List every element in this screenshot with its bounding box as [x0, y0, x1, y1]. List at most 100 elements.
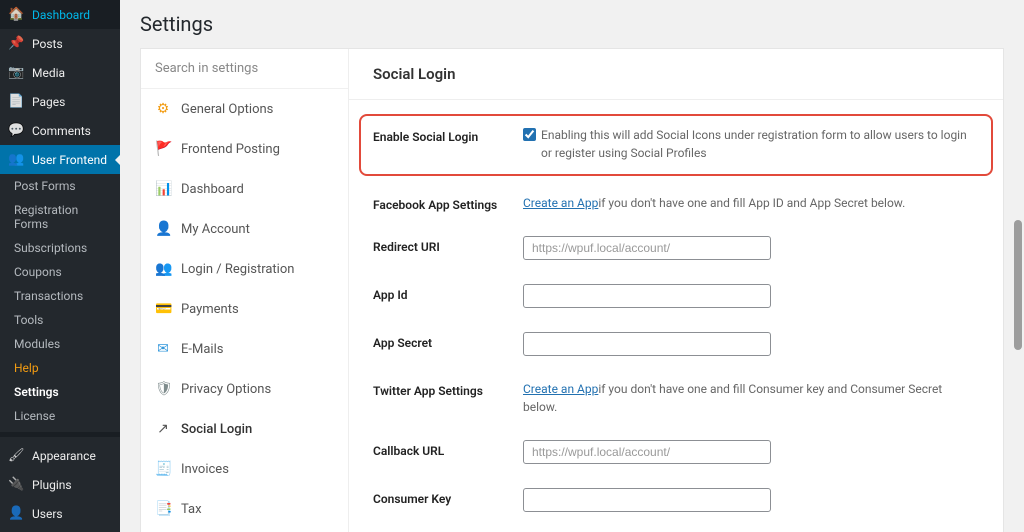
sidebar-item-posts[interactable]: 📌 Posts	[0, 29, 120, 58]
label: Privacy Options	[181, 382, 271, 397]
consumer-key-label: Consumer Key	[373, 488, 523, 506]
label: Frontend Posting	[181, 142, 280, 157]
app-id-input[interactable]	[523, 284, 771, 308]
scrollbar-thumb[interactable]	[1014, 220, 1022, 350]
callback-url-label: Callback URL	[373, 440, 523, 458]
app-secret-label: App Secret	[373, 332, 523, 350]
label: Social Login	[181, 422, 252, 437]
enable-social-login-label: Enable Social Login	[373, 126, 523, 144]
redirect-uri-label: Redirect URI	[373, 236, 523, 254]
account-icon: 👤	[155, 221, 171, 237]
label: Invoices	[181, 462, 229, 477]
label: Appearance	[32, 449, 96, 463]
submenu-help[interactable]: Help	[0, 356, 120, 380]
label: Pages	[32, 95, 65, 109]
label: My Account	[181, 222, 250, 237]
submenu-post-forms[interactable]: Post Forms	[0, 174, 120, 198]
tab-dashboard[interactable]: 📊 Dashboard	[141, 169, 348, 209]
share-icon: ↗	[155, 421, 171, 437]
section-title: Social Login	[349, 49, 1003, 100]
sidebar-item-tools[interactable]: 🔧Tools	[0, 528, 120, 532]
label: Media	[32, 66, 65, 80]
submenu-registration-forms[interactable]: Registration Forms	[0, 198, 120, 236]
settings-nav: Search in settings ⚙ General Options 🚩 Fro…	[141, 49, 349, 532]
shield-icon: 🛡	[155, 381, 171, 397]
facebook-settings-label: Facebook App Settings	[373, 194, 523, 212]
tab-social-login[interactable]: ↗ Social Login	[141, 409, 348, 449]
card-icon: 💳	[155, 301, 171, 317]
settings-search[interactable]: Search in settings	[141, 49, 348, 89]
separator	[0, 432, 120, 437]
login-icon: 👥	[155, 261, 171, 277]
flag-icon: 🚩	[155, 141, 171, 157]
submenu-subscriptions[interactable]: Subscriptions	[0, 236, 120, 260]
gear-icon: ⚙	[155, 101, 171, 117]
tab-privacy[interactable]: 🛡 Privacy Options	[141, 369, 348, 409]
camera-icon: 📷	[8, 65, 24, 80]
label: Dashboard	[32, 8, 90, 22]
main-content: Settings Search in settings ⚙ General Opt…	[120, 0, 1024, 532]
plug-icon: 🔌	[8, 477, 24, 492]
label: Tax	[181, 502, 202, 517]
submenu-license[interactable]: License	[0, 404, 120, 428]
sidebar-item-plugins[interactable]: 🔌 Plugins	[0, 470, 120, 499]
sidebar-item-dashboard[interactable]: 🏠 Dashboard	[0, 0, 120, 29]
tab-frontend-posting[interactable]: 🚩 Frontend Posting	[141, 129, 348, 169]
submenu-coupons[interactable]: Coupons	[0, 260, 120, 284]
label: User Frontend	[32, 153, 107, 167]
label: Login / Registration	[181, 262, 294, 277]
tab-tax[interactable]: 📑 Tax	[141, 489, 348, 529]
label: Dashboard	[181, 182, 244, 197]
brush-icon: 🖌	[8, 448, 24, 463]
redirect-uri-input[interactable]	[523, 236, 771, 260]
tab-emails[interactable]: ✉ E-Mails	[141, 329, 348, 369]
tab-invoices[interactable]: 🧾 Invoices	[141, 449, 348, 489]
label: Plugins	[32, 478, 72, 492]
facebook-create-app-link[interactable]: Create an App	[523, 196, 598, 210]
sidebar-item-comments[interactable]: 💬 Comments	[0, 116, 120, 145]
pin-icon: 📌	[8, 36, 24, 51]
page-icon: 📄	[8, 94, 24, 109]
submenu-tools[interactable]: Tools	[0, 308, 120, 332]
mail-icon: ✉	[155, 341, 171, 357]
settings-content: Social Login Enable Social Login Enablin…	[349, 49, 1003, 532]
dashboard-icon: 📊	[155, 181, 171, 197]
settings-box: Search in settings ⚙ General Options 🚩 Fro…	[140, 48, 1004, 532]
enable-social-login-checkbox[interactable]	[523, 128, 536, 141]
sidebar-item-appearance[interactable]: 🖌 Appearance	[0, 441, 120, 470]
twitter-settings-label: Twitter App Settings	[373, 380, 523, 398]
enable-social-login-description: Enabling this will add Social Icons unde…	[541, 126, 979, 162]
app-id-label: App Id	[373, 284, 523, 302]
comment-icon: 💬	[8, 123, 24, 138]
users-icon: 👥	[8, 152, 24, 167]
tab-payments[interactable]: 💳 Payments	[141, 289, 348, 329]
label: E-Mails	[181, 342, 223, 357]
sidebar-item-user-frontend[interactable]: 👥 User Frontend	[0, 145, 120, 174]
callback-url-input[interactable]	[523, 440, 771, 464]
sidebar-item-media[interactable]: 📷 Media	[0, 58, 120, 87]
tab-login-registration[interactable]: 👥 Login / Registration	[141, 249, 348, 289]
app-secret-input[interactable]	[523, 332, 771, 356]
home-icon: 🏠	[8, 7, 24, 22]
label: Comments	[32, 124, 91, 138]
page-title: Settings	[140, 12, 1004, 36]
tab-my-account[interactable]: 👤 My Account	[141, 209, 348, 249]
sidebar-item-pages[interactable]: 📄 Pages	[0, 87, 120, 116]
tax-icon: 📑	[155, 501, 171, 517]
admin-sidebar: 🏠 Dashboard 📌 Posts 📷 Media 📄 Pages 💬 Comment…	[0, 0, 120, 532]
label: Posts	[32, 37, 63, 51]
enable-social-login-highlight: Enable Social Login Enabling this will a…	[359, 114, 993, 176]
submenu-transactions[interactable]: Transactions	[0, 284, 120, 308]
label: General Options	[181, 102, 273, 117]
user-icon: 👤	[8, 506, 24, 521]
sidebar-item-users[interactable]: 👤 Users	[0, 499, 120, 528]
text: if you don't have one and fill App ID an…	[598, 196, 905, 210]
consumer-key-input[interactable]	[523, 488, 771, 512]
submenu-settings[interactable]: Settings	[0, 380, 120, 404]
label: Users	[32, 507, 63, 521]
twitter-create-app-link[interactable]: Create an App	[523, 382, 598, 396]
invoice-icon: 🧾	[155, 461, 171, 477]
submenu-modules[interactable]: Modules	[0, 332, 120, 356]
tab-general-options[interactable]: ⚙ General Options	[141, 89, 348, 129]
label: Payments	[181, 302, 239, 317]
